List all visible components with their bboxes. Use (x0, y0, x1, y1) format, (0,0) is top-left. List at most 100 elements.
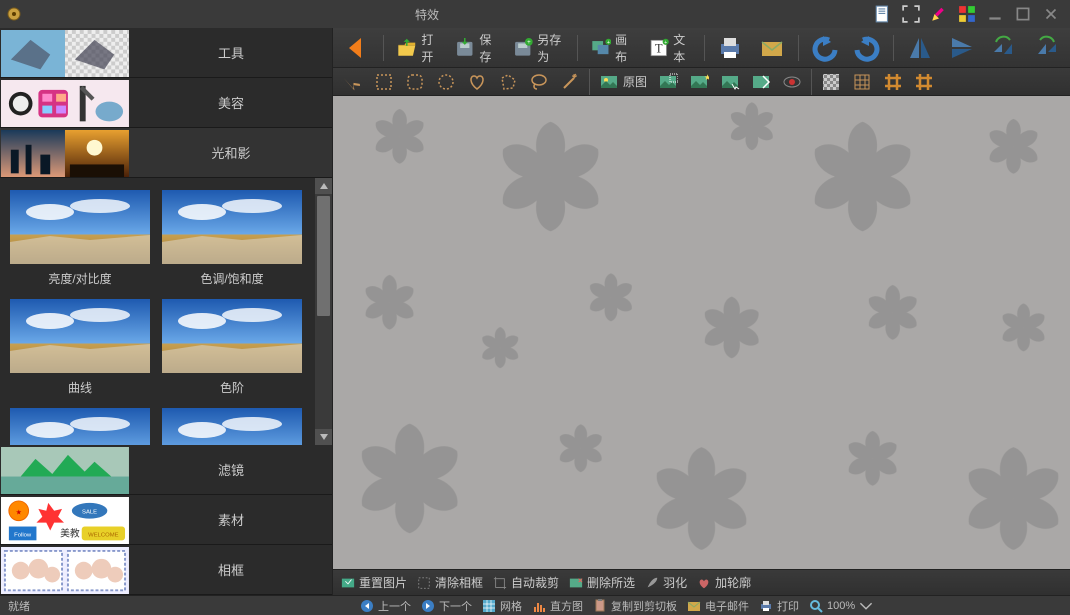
next-button[interactable]: 下一个 (421, 598, 472, 614)
effect-crop-tool[interactable] (654, 70, 682, 94)
window-controls (874, 5, 1070, 23)
scroll-up-icon[interactable] (315, 178, 332, 194)
canvas-button[interactable]: +画布 (586, 29, 638, 67)
clear-frame-button[interactable]: 清除相框 (417, 574, 483, 591)
effect-brightness-contrast[interactable]: 亮度/对比度 (4, 184, 156, 293)
original-button[interactable]: 原图 (595, 70, 651, 94)
lasso-tool[interactable] (525, 70, 553, 94)
fullscreen-icon[interactable] (902, 5, 920, 23)
effect-hue-saturation[interactable]: 色调/饱和度 (156, 184, 308, 293)
ellipse-select-tool[interactable] (432, 70, 460, 94)
image-select-tool[interactable] (716, 70, 744, 94)
transparency-tool[interactable] (817, 70, 845, 94)
open-label: 打开 (421, 31, 439, 65)
right-pane: 打开 保存 +另存为 +画布 T+文本 (333, 28, 1070, 595)
redo-button[interactable] (849, 32, 885, 64)
grid-button[interactable]: 网格 (482, 598, 522, 614)
scrollbar[interactable] (315, 178, 332, 445)
window-title: 特效 (415, 6, 439, 23)
effect-thumb (162, 408, 302, 445)
canvas[interactable] (333, 96, 1070, 569)
magic-wand-tool[interactable] (556, 70, 584, 94)
saveas-button[interactable]: +另存为 (508, 29, 569, 67)
flip-h-button[interactable] (902, 32, 938, 64)
hash-tool-2[interactable] (910, 70, 938, 94)
effect-item[interactable] (4, 402, 156, 445)
category-filter[interactable]: 滤镜 (0, 445, 332, 495)
separator (798, 35, 799, 61)
pointer-tool[interactable] (339, 70, 367, 94)
effect-curves[interactable]: 曲线 (4, 293, 156, 402)
rotate-left-button[interactable] (986, 32, 1022, 64)
canvas-actions: 重置图片 清除相框 自动裁剪 删除所选 羽化 加轮廓 (333, 569, 1070, 595)
save-button[interactable]: 保存 (450, 29, 502, 67)
category-frame[interactable]: 相框 (0, 545, 332, 595)
prev-button[interactable]: 上一个 (360, 598, 411, 614)
selection-toolbar: 原图 ★ (333, 68, 1070, 96)
pencil-icon[interactable] (930, 5, 948, 23)
maximize-icon[interactable] (1014, 5, 1032, 23)
statusbar: 就绪 上一个 下一个 网格 直方图 复制到剪切板 电子邮件 打印 100% (0, 595, 1070, 615)
separator (383, 35, 384, 61)
zoom-button[interactable]: 100% (809, 599, 873, 613)
effects-panel: 亮度/对比度 色调/饱和度 曲线 色阶 (0, 178, 332, 445)
status-ready: 就绪 (8, 598, 348, 614)
histogram-button[interactable]: 直方图 (532, 598, 583, 614)
effect-levels[interactable]: 色阶 (156, 293, 308, 402)
email-button[interactable] (754, 32, 790, 64)
image-star-tool[interactable]: ★ (685, 70, 713, 94)
image-arrow-tool[interactable] (747, 70, 775, 94)
color-grid-icon[interactable] (958, 5, 976, 23)
feather-label: 羽化 (663, 574, 687, 591)
app-icon (6, 6, 22, 22)
polygon-select-tool[interactable] (494, 70, 522, 94)
reset-button[interactable]: 重置图片 (341, 574, 407, 591)
separator (577, 35, 578, 61)
print-button[interactable] (712, 32, 748, 64)
rotate-right-button[interactable] (1028, 32, 1064, 64)
hash-tool-1[interactable] (879, 70, 907, 94)
email-label: 电子邮件 (705, 598, 749, 614)
category-light-shadow[interactable]: 光和影 (0, 128, 332, 178)
grid-tool[interactable] (848, 70, 876, 94)
effects-list: 亮度/对比度 色调/饱和度 曲线 色阶 (0, 178, 315, 445)
heart-select-tool[interactable] (463, 70, 491, 94)
effect-label: 色调/饱和度 (200, 270, 263, 287)
auto-crop-label: 自动裁剪 (511, 574, 559, 591)
svg-text:+: + (664, 40, 667, 46)
category-beauty[interactable]: 美容 (0, 78, 332, 128)
original-label: 原图 (623, 73, 647, 90)
feather-button[interactable]: 羽化 (645, 574, 687, 591)
svg-text:SALE: SALE (82, 509, 97, 515)
scroll-down-icon[interactable] (315, 429, 332, 445)
svg-text:★: ★ (704, 73, 709, 82)
copy-button[interactable]: 复制到剪切板 (593, 598, 677, 614)
svg-text:美教: 美教 (60, 526, 80, 539)
delete-sel-button[interactable]: 删除所选 (569, 574, 635, 591)
close-icon[interactable] (1042, 5, 1060, 23)
flip-v-button[interactable] (944, 32, 980, 64)
text-button[interactable]: T+文本 (644, 29, 696, 67)
save-label: 保存 (479, 31, 497, 65)
minimize-icon[interactable] (986, 5, 1004, 23)
redeye-tool[interactable] (778, 70, 806, 94)
category-material[interactable]: ★SALEFollow美教WELCOME 素材 (0, 495, 332, 545)
status-print-button[interactable]: 打印 (759, 598, 799, 614)
reset-label: 重置图片 (359, 574, 407, 591)
effect-item[interactable] (156, 402, 308, 445)
auto-crop-button[interactable]: 自动裁剪 (493, 574, 559, 591)
svg-text:+: + (607, 40, 610, 46)
status-email-button[interactable]: 电子邮件 (687, 598, 749, 614)
rounded-select-tool[interactable] (401, 70, 429, 94)
outline-button[interactable]: 加轮廓 (697, 574, 751, 591)
undo-button[interactable] (807, 32, 843, 64)
effect-thumb (10, 190, 150, 264)
open-button[interactable]: 打开 (392, 29, 444, 67)
doc-icon[interactable] (874, 5, 892, 23)
effect-label: 色阶 (220, 379, 244, 396)
rect-select-tool[interactable] (370, 70, 398, 94)
scroll-thumb[interactable] (317, 196, 330, 316)
back-button[interactable] (339, 32, 375, 64)
category-label: 美容 (130, 93, 332, 112)
category-tools[interactable]: 工具 (0, 28, 332, 78)
